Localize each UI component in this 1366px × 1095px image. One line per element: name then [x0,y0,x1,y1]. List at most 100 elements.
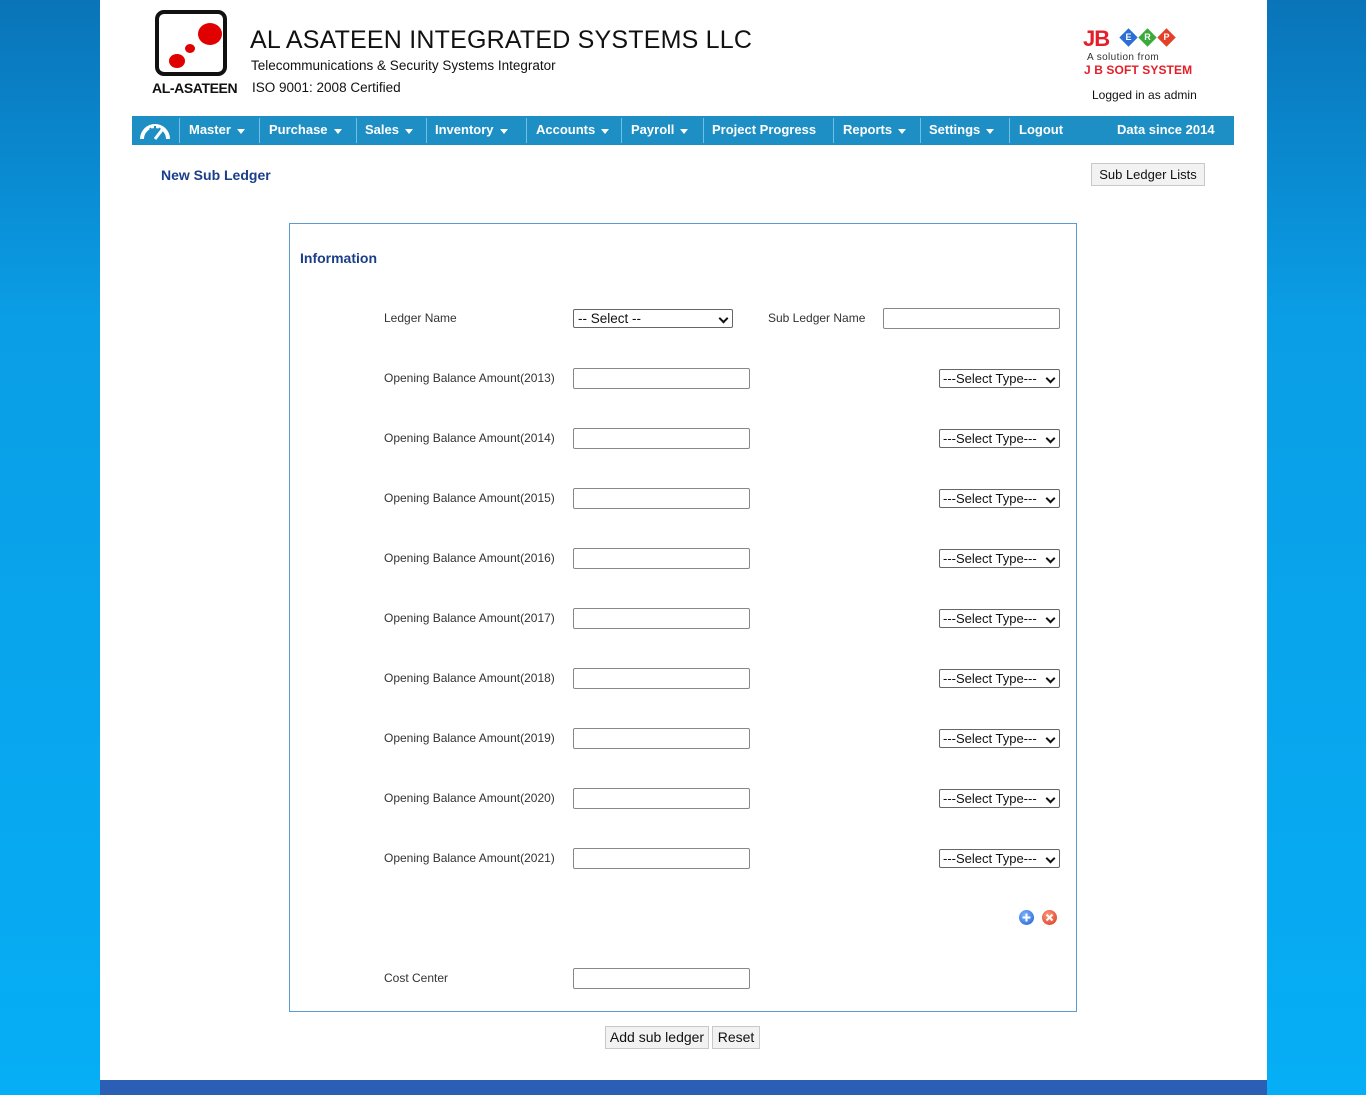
chevron-down-icon [1045,433,1056,444]
add-sub-ledger-button[interactable]: Add sub ledger [605,1026,709,1049]
chevron-down-icon [1045,853,1056,864]
chevron-down-icon [1045,373,1056,384]
opening-balance-label-2018: Opening Balance Amount(2018) [384,671,555,685]
page-title: New Sub Ledger [161,167,271,183]
chevron-down-icon [333,129,342,135]
close-circle-icon[interactable] [1042,910,1057,925]
logo-dot-large [198,23,222,45]
chevron-down-icon [404,129,413,135]
company-logo [155,10,235,86]
logo-dot-small [169,54,185,68]
cost-center-field[interactable] [573,968,750,989]
ledger-name-label: Ledger Name [384,311,457,325]
nav-separator [1009,118,1010,143]
section-title: Information [300,250,377,266]
nav-payroll[interactable]: Payroll [631,116,689,145]
balance-type-select-2021[interactable]: ---Select Type--- [939,849,1060,868]
sub-ledger-name-field[interactable] [883,308,1060,329]
nav-sales[interactable]: Sales [365,116,413,145]
opening-balance-label-2015: Opening Balance Amount(2015) [384,491,555,505]
balance-type-select-2014[interactable]: ---Select Type--- [939,429,1060,448]
nav-separator [833,118,834,143]
nav-separator [920,118,921,143]
speedometer-icon [140,124,170,140]
chevron-down-icon [499,129,508,135]
opening-balance-field-2015[interactable] [573,488,750,509]
opening-balance-label-2019: Opening Balance Amount(2019) [384,731,555,745]
balance-type-select-2018[interactable]: ---Select Type--- [939,669,1060,688]
logged-in-status: Logged in as admin [1092,88,1197,102]
jb-brand-text: JB [1083,26,1110,51]
chevron-down-icon [718,313,729,324]
nav-separator [356,118,357,143]
nav-separator [621,118,622,143]
nav-separator [526,118,527,143]
opening-balance-field-2014[interactable] [573,428,750,449]
nav-inventory[interactable]: Inventory [435,116,508,145]
balance-type-select-2019[interactable]: ---Select Type--- [939,729,1060,748]
ledger-name-select[interactable]: -- Select -- [573,309,733,328]
brand-company: J B SOFT SYSTEM [1084,63,1193,77]
balance-type-select-2020[interactable]: ---Select Type--- [939,789,1060,808]
chevron-down-icon [1045,493,1056,504]
nav-purchase[interactable]: Purchase [269,116,342,145]
balance-type-select-2013[interactable]: ---Select Type--- [939,369,1060,388]
chevron-down-icon [1045,553,1056,564]
opening-balance-field-2017[interactable] [573,608,750,629]
jb-erp-logo: JB E R P A solution from J B SOFT SYSTEM [1083,26,1203,80]
information-form: Information Ledger Name -- Select -- Sub… [289,223,1077,1012]
balance-type-select-2017[interactable]: ---Select Type--- [939,609,1060,628]
data-since-label: Data since 2014 [1117,122,1215,137]
brand-subtitle: A solution from [1087,52,1160,63]
nav-project-progress[interactable]: Project Progress [712,116,816,145]
main-nav: Master Purchase Sales Inventory Accounts… [132,116,1234,145]
chevron-down-icon [680,129,689,135]
erp-letter-p: P [1157,28,1176,47]
footer-bar [100,1080,1267,1095]
company-name: AL ASATEEN INTEGRATED SYSTEMS LLC [250,26,753,54]
page-container: AL-ASATEEN AL ASATEEN INTEGRATED SYSTEMS… [100,0,1267,1095]
plus-circle-icon[interactable] [1019,910,1034,925]
balance-type-select-2016[interactable]: ---Select Type--- [939,549,1060,568]
cost-center-label: Cost Center [384,971,449,985]
opening-balance-field-2018[interactable] [573,668,750,689]
chevron-down-icon [1045,613,1056,624]
opening-balance-label-2017: Opening Balance Amount(2017) [384,611,555,625]
chevron-down-icon [898,129,907,135]
erp-letter-r: R [1138,28,1157,47]
opening-balance-field-2020[interactable] [573,788,750,809]
chevron-down-icon [601,129,610,135]
chevron-down-icon [1045,733,1056,744]
nav-logout[interactable]: Logout [1019,116,1063,145]
opening-balance-label-2016: Opening Balance Amount(2016) [384,551,555,565]
logo-dot-medium [185,44,195,53]
company-tagline: Telecommunications & Security Systems In… [251,58,556,73]
dashboard-button[interactable] [140,116,172,145]
erp-letter-e: E [1119,28,1138,47]
chevron-down-icon [1045,793,1056,804]
nav-accounts[interactable]: Accounts [536,116,610,145]
sub-ledger-lists-button[interactable]: Sub Ledger Lists [1091,163,1205,186]
reset-button[interactable]: Reset [712,1026,760,1049]
logo-frame [155,10,227,76]
iso-certification: ISO 9001: 2008 Certified [252,80,401,95]
balance-type-select-2015[interactable]: ---Select Type--- [939,489,1060,508]
opening-balance-field-2016[interactable] [573,548,750,569]
nav-settings[interactable]: Settings [929,116,995,145]
opening-balance-label-2014: Opening Balance Amount(2014) [384,431,555,445]
opening-balance-label-2020: Opening Balance Amount(2020) [384,791,555,805]
chevron-down-icon [1045,673,1056,684]
opening-balance-field-2019[interactable] [573,728,750,749]
nav-reports[interactable]: Reports [843,116,907,145]
opening-balance-field-2013[interactable] [573,368,750,389]
chevron-down-icon [236,129,245,135]
logo-wordmark: AL-ASATEEN [152,80,238,96]
opening-balance-label-2013: Opening Balance Amount(2013) [384,371,555,385]
opening-balance-field-2021[interactable] [573,848,750,869]
nav-master[interactable]: Master [189,116,245,145]
nav-separator [259,118,260,143]
opening-balance-label-2021: Opening Balance Amount(2021) [384,851,555,865]
nav-separator [426,118,427,143]
nav-separator [179,118,180,143]
chevron-down-icon [986,129,995,135]
